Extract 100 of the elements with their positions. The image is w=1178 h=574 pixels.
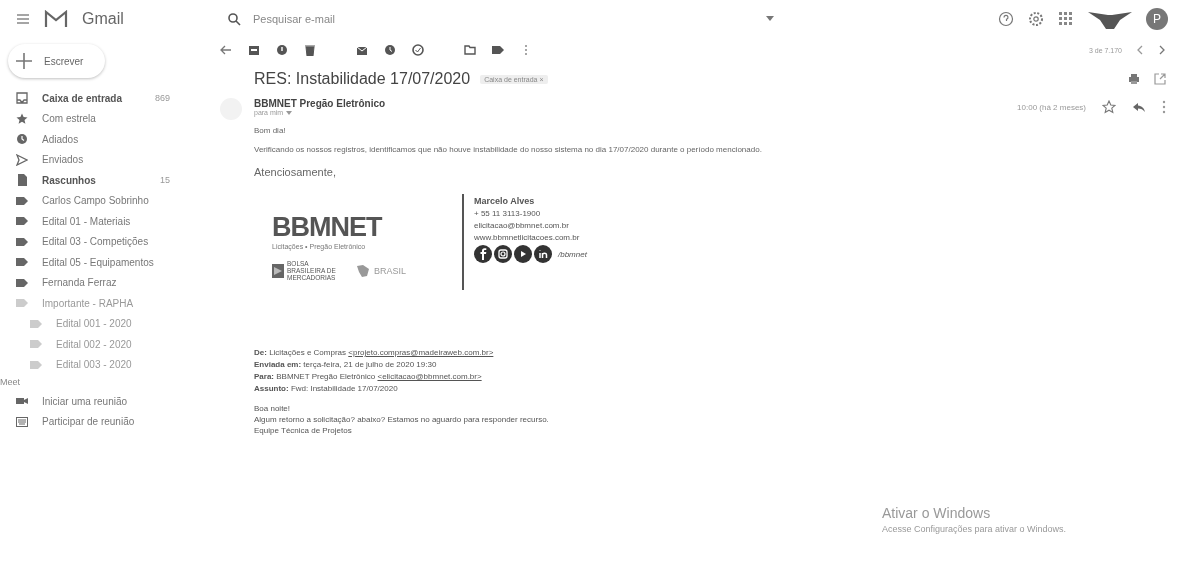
item-label: Edital 01 - Materiais: [42, 215, 131, 227]
send-icon: [16, 153, 28, 166]
more-vertical-icon[interactable]: [1162, 100, 1166, 114]
phone-number: + 55 11 3113-1900: [474, 209, 542, 218]
header-line: Assunto: Fwd: Instabilidade 17/07/2020: [254, 383, 399, 395]
email-link[interactable]: <projeto.compras@madeiraweb.com.br>: [348, 348, 494, 357]
sidebar-item[interactable]: Edital 002 - 2020: [0, 334, 200, 355]
item-label: Fernanda Ferraz: [42, 277, 117, 289]
label-tag-icon: [16, 276, 28, 289]
unread-count: 869: [154, 93, 170, 104]
meet-item[interactable]: Iniciar uma reunião: [0, 391, 200, 412]
section-heading: Meet: [0, 376, 21, 389]
facebook-icon[interactable]: [474, 245, 492, 263]
star-icon[interactable]: [1102, 100, 1116, 114]
search-field[interactable]: Pesquisar e-mail: [251, 12, 756, 26]
caret-icon: [286, 110, 293, 115]
label-tag-icon: [16, 256, 28, 269]
external-window-icon[interactable]: [1154, 73, 1166, 85]
sidebar-item[interactable]: Rascunhos 15: [0, 170, 200, 191]
company-logo: BBMNET: [272, 214, 383, 241]
item-label: Edital 03 - Competições: [42, 236, 149, 248]
linkedin-icon[interactable]: [534, 245, 552, 263]
archive-icon[interactable]: [248, 44, 260, 56]
label-tag-icon[interactable]: [492, 44, 504, 56]
item-label: Enviados: [42, 154, 84, 166]
label-tag-icon: [30, 317, 42, 330]
item-label: Edital 001 - 2020: [56, 318, 132, 330]
sidebar-item[interactable]: Edital 05 - Equipamentos: [0, 252, 200, 273]
social-handle: /bbmnet: [558, 249, 587, 259]
signature-name: Marcelo Alves: [474, 196, 536, 206]
email-link[interactable]: <elicitacao@bbmnet.com.br>: [377, 372, 482, 381]
item-label: Edital 002 - 2020: [56, 338, 132, 350]
sidebar-item[interactable]: Caixa de entrada 869: [0, 88, 200, 109]
youtube-icon[interactable]: [514, 245, 532, 263]
sender-name: BBMNET Pregão Eletrônico: [254, 98, 386, 109]
search-icon: [228, 12, 241, 26]
sidebar-item[interactable]: Edital 001 - 2020: [0, 313, 200, 334]
meet-item[interactable]: Participar de reunião: [0, 411, 200, 432]
label-tag-icon: [16, 194, 28, 207]
back-arrow-icon[interactable]: [220, 45, 232, 55]
reply-arrow-icon[interactable]: [1132, 101, 1146, 113]
greeting-text: Bom dia!: [254, 126, 287, 135]
plus-icon: [16, 53, 32, 69]
dropdown-caret-icon: [766, 16, 774, 22]
envelope-icon[interactable]: [356, 44, 368, 56]
settings-icon[interactable]: [1028, 11, 1044, 27]
chevron-right-icon[interactable]: [1158, 45, 1166, 55]
inbox-icon: [16, 92, 28, 105]
closing-text: Atenciosamente,: [254, 166, 337, 178]
sidebar-item[interactable]: Carlos Campo Sobrinho: [0, 190, 200, 211]
instagram-icon[interactable]: [494, 245, 512, 263]
chevron-left-icon[interactable]: [1136, 45, 1144, 55]
header-line: Enviada em: terça-feira, 21 de julho de 2020 19:30: [254, 359, 438, 371]
partner-logo: BRASIL: [355, 263, 406, 278]
label-tag-icon: [30, 338, 42, 351]
sidebar-item[interactable]: Enviados: [0, 149, 200, 170]
alert-icon[interactable]: [276, 44, 288, 56]
header-line: De: Licitações e Compras <projeto.compras@madeiraweb.com.br>: [254, 347, 495, 359]
item-label: Edital 05 - Equipamentos: [42, 256, 154, 268]
sidebar-item[interactable]: Edital 003 - 2020: [0, 354, 200, 375]
website-address: www.bbmnetlicitacoes.com.br: [474, 233, 581, 242]
item-label: Edital 003 - 2020: [56, 359, 132, 371]
map-shape-icon: [355, 263, 371, 278]
sidebar-item[interactable]: Importante - RAPHA: [0, 293, 200, 314]
email-subject: RES: Instabilidade 17/07/2020: [254, 70, 471, 88]
quoted-text: Equipe Técnica de Projetos: [254, 425, 353, 436]
clock-icon: [16, 133, 28, 146]
envelope-m-icon: [44, 10, 68, 28]
sidebar-item[interactable]: Adiados: [0, 129, 200, 150]
email-address: elicitacao@bbmnet.com.br: [474, 221, 570, 230]
label-tag-icon: [30, 358, 42, 371]
item-label: Adiados: [42, 133, 79, 145]
quoted-text: Algum retorno a solicitação? abaixo? Estamos no aguardo para responder recurso.: [254, 414, 550, 425]
sidebar-item[interactable]: Fernanda Ferraz: [0, 272, 200, 293]
item-label: Rascunhos: [42, 174, 96, 186]
compose-button[interactable]: Escrever: [8, 44, 106, 78]
quoted-text: Boa noite!: [254, 403, 292, 414]
message-date: 10:00 (há 2 meses): [1017, 102, 1086, 112]
sidebar-item[interactable]: Com estrela: [0, 108, 200, 129]
item-label: Com estrela: [42, 113, 96, 125]
label-tag-icon: [16, 235, 28, 248]
item-label: Participar de reunião: [42, 416, 135, 428]
unread-count: 15: [160, 175, 170, 186]
sidebar-item[interactable]: Edital 03 - Competições: [0, 231, 200, 252]
folder-icon[interactable]: [464, 44, 476, 56]
sidebar-item[interactable]: Edital 01 - Materiais: [0, 211, 200, 232]
keyboard-icon: [16, 415, 28, 428]
header-line: Para: BBMNET Pregão Eletrônico <elicitacao@bbmnet.com.br>: [254, 371, 483, 383]
label-tag-icon: [16, 297, 28, 310]
help-icon[interactable]: [998, 11, 1014, 27]
printer-icon[interactable]: [1128, 73, 1140, 85]
apps-grid-icon[interactable]: [1058, 11, 1074, 27]
item-label: Carlos Campo Sobrinho: [42, 195, 149, 207]
task-check-icon[interactable]: [412, 44, 424, 56]
trash-icon[interactable]: [304, 44, 316, 56]
item-label: Iniciar uma reunião: [42, 395, 128, 407]
activation-title: Ativar o Windows: [882, 505, 992, 521]
label-tag-icon: [16, 215, 28, 228]
clock-icon[interactable]: [384, 44, 396, 56]
avatar[interactable]: P: [1146, 8, 1168, 30]
